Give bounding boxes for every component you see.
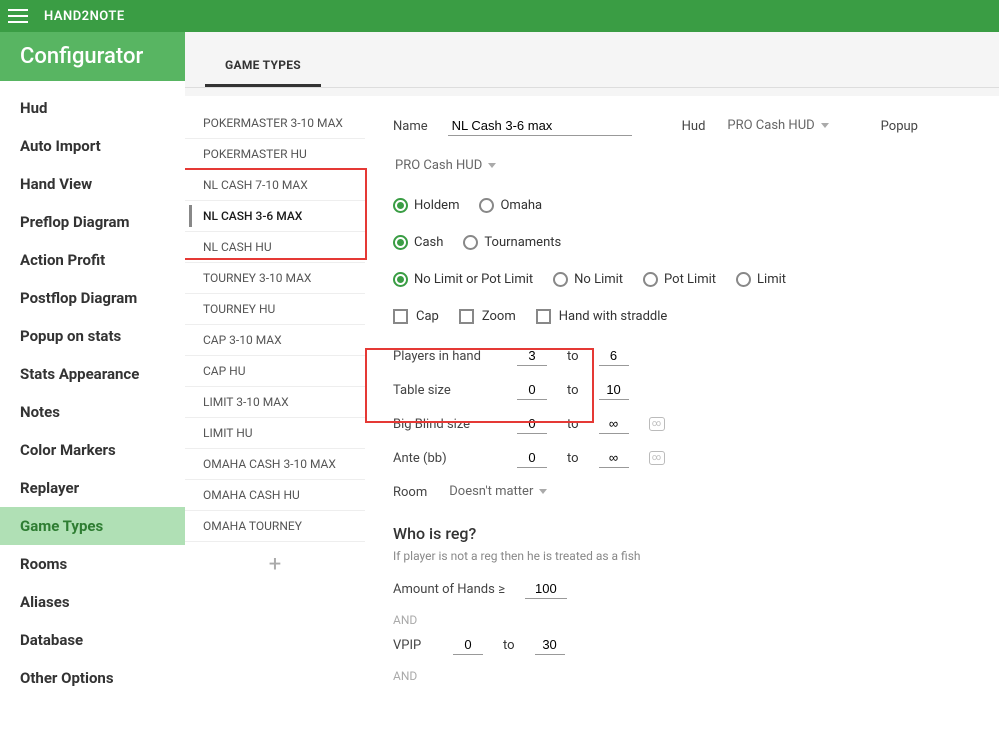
- type-item[interactable]: NL CASH HU: [185, 232, 365, 263]
- type-item[interactable]: NL CASH 7-10 MAX: [185, 170, 365, 201]
- type-item[interactable]: CAP 3-10 MAX: [185, 325, 365, 356]
- players-label: Players in hand: [393, 349, 497, 364]
- sidebar-item-color-markers[interactable]: Color Markers: [0, 431, 185, 469]
- sidebar-item-auto-import[interactable]: Auto Import: [0, 127, 185, 165]
- chevron-down-icon: [821, 123, 829, 128]
- add-type-button[interactable]: +: [185, 542, 365, 587]
- hands-input[interactable]: [525, 579, 567, 599]
- to-word: to: [567, 383, 579, 398]
- brand: HAND2NOTE: [44, 9, 125, 24]
- sidebar-item-replayer[interactable]: Replayer: [0, 469, 185, 507]
- checkbox-zoom[interactable]: Zoom: [459, 309, 516, 324]
- form: Name Hud PRO Cash HUD Popup PRO Cash HUD…: [365, 96, 999, 744]
- radio-pot-limit[interactable]: Pot Limit: [643, 272, 716, 287]
- sidebar-item-stats-appearance[interactable]: Stats Appearance: [0, 355, 185, 393]
- topbar: HAND2NOTE: [0, 0, 999, 32]
- sidebar-item-aliases[interactable]: Aliases: [0, 583, 185, 621]
- to-word: to: [567, 451, 579, 466]
- tabbar: GAME TYPES: [185, 44, 999, 88]
- sidebar-item-postflop-diagram[interactable]: Postflop Diagram: [0, 279, 185, 317]
- main: GAME TYPES POKERMASTER 3-10 MAXPOKERMAST…: [185, 32, 999, 744]
- popup-label: Popup: [881, 119, 918, 134]
- room-label: Room: [393, 485, 427, 500]
- table-from[interactable]: [517, 380, 547, 400]
- type-item[interactable]: LIMIT HU: [185, 418, 365, 449]
- vpip-label: VPIP: [393, 638, 433, 653]
- lock-icon: ∞: [649, 417, 665, 431]
- menu-icon[interactable]: [8, 9, 28, 23]
- radio-no-limit[interactable]: No Limit: [553, 272, 623, 287]
- vpip-to[interactable]: [535, 635, 565, 655]
- lock-icon: ∞: [649, 451, 665, 465]
- radio-nl-or-pl[interactable]: No Limit or Pot Limit: [393, 272, 533, 287]
- sidebar-item-notes[interactable]: Notes: [0, 393, 185, 431]
- sidebar-item-action-profit[interactable]: Action Profit: [0, 241, 185, 279]
- radio-limit[interactable]: Limit: [736, 272, 786, 287]
- reg-section-title: Who is reg?: [393, 524, 971, 543]
- radio-omaha[interactable]: Omaha: [479, 198, 542, 213]
- to-word: to: [503, 638, 515, 653]
- radio-tournaments[interactable]: Tournaments: [463, 235, 561, 250]
- players-to[interactable]: [599, 346, 629, 366]
- players-from[interactable]: [517, 346, 547, 366]
- and-word: AND: [393, 669, 971, 683]
- type-item[interactable]: CAP HU: [185, 356, 365, 387]
- name-label: Name: [393, 119, 428, 134]
- name-input[interactable]: [448, 116, 632, 136]
- reg-hint: If player is not a reg then he is treate…: [393, 549, 971, 563]
- vpip-from[interactable]: [453, 635, 483, 655]
- sidebar-item-preflop-diagram[interactable]: Preflop Diagram: [0, 203, 185, 241]
- popup-dropdown[interactable]: PRO Cash HUD: [393, 156, 498, 176]
- bb-to[interactable]: [599, 414, 629, 434]
- sidebar-item-popup-on-stats[interactable]: Popup on stats: [0, 317, 185, 355]
- table-label: Table size: [393, 383, 497, 398]
- type-item[interactable]: OMAHA TOURNEY: [185, 511, 365, 542]
- hud-label: Hud: [682, 119, 706, 134]
- ante-label: Ante (bb): [393, 451, 497, 466]
- sidebar-item-hand-view[interactable]: Hand View: [0, 165, 185, 203]
- sidebar-item-rooms[interactable]: Rooms: [0, 545, 185, 583]
- type-item[interactable]: POKERMASTER HU: [185, 139, 365, 170]
- type-item[interactable]: NL CASH 3-6 MAX: [185, 201, 365, 232]
- radio-cash[interactable]: Cash: [393, 235, 443, 250]
- checkbox-straddle[interactable]: Hand with straddle: [536, 309, 668, 324]
- sidebar-item-other-options[interactable]: Other Options: [0, 659, 185, 697]
- radio-holdem[interactable]: Holdem: [393, 198, 459, 213]
- ante-to[interactable]: [599, 448, 629, 468]
- to-word: to: [567, 417, 579, 432]
- type-item[interactable]: POKERMASTER 3-10 MAX: [185, 108, 365, 139]
- room-dropdown[interactable]: Doesn't matter: [447, 482, 549, 502]
- type-item[interactable]: OMAHA CASH 3-10 MAX: [185, 449, 365, 480]
- to-word: to: [567, 349, 579, 364]
- game-type-list: POKERMASTER 3-10 MAXPOKERMASTER HUNL CAS…: [185, 96, 365, 587]
- tab-game-types[interactable]: GAME TYPES: [205, 44, 321, 87]
- bb-from[interactable]: [517, 414, 547, 434]
- chevron-down-icon: [539, 489, 547, 494]
- type-item[interactable]: LIMIT 3-10 MAX: [185, 387, 365, 418]
- sidebar: Configurator HudAuto ImportHand ViewPref…: [0, 32, 185, 744]
- sidebar-item-game-types[interactable]: Game Types: [0, 507, 185, 545]
- table-to[interactable]: [599, 380, 629, 400]
- type-item[interactable]: TOURNEY HU: [185, 294, 365, 325]
- type-item[interactable]: TOURNEY 3-10 MAX: [185, 263, 365, 294]
- sidebar-title: Configurator: [0, 32, 185, 81]
- hud-dropdown[interactable]: PRO Cash HUD: [725, 116, 830, 136]
- and-word: AND: [393, 613, 971, 627]
- checkbox-cap[interactable]: Cap: [393, 309, 439, 324]
- hands-label: Amount of Hands ≥: [393, 582, 505, 597]
- type-item[interactable]: OMAHA CASH HU: [185, 480, 365, 511]
- chevron-down-icon: [488, 163, 496, 168]
- sidebar-item-database[interactable]: Database: [0, 621, 185, 659]
- sidebar-item-hud[interactable]: Hud: [0, 89, 185, 127]
- bb-label: Big Blind size: [393, 417, 497, 432]
- ante-from[interactable]: [517, 448, 547, 468]
